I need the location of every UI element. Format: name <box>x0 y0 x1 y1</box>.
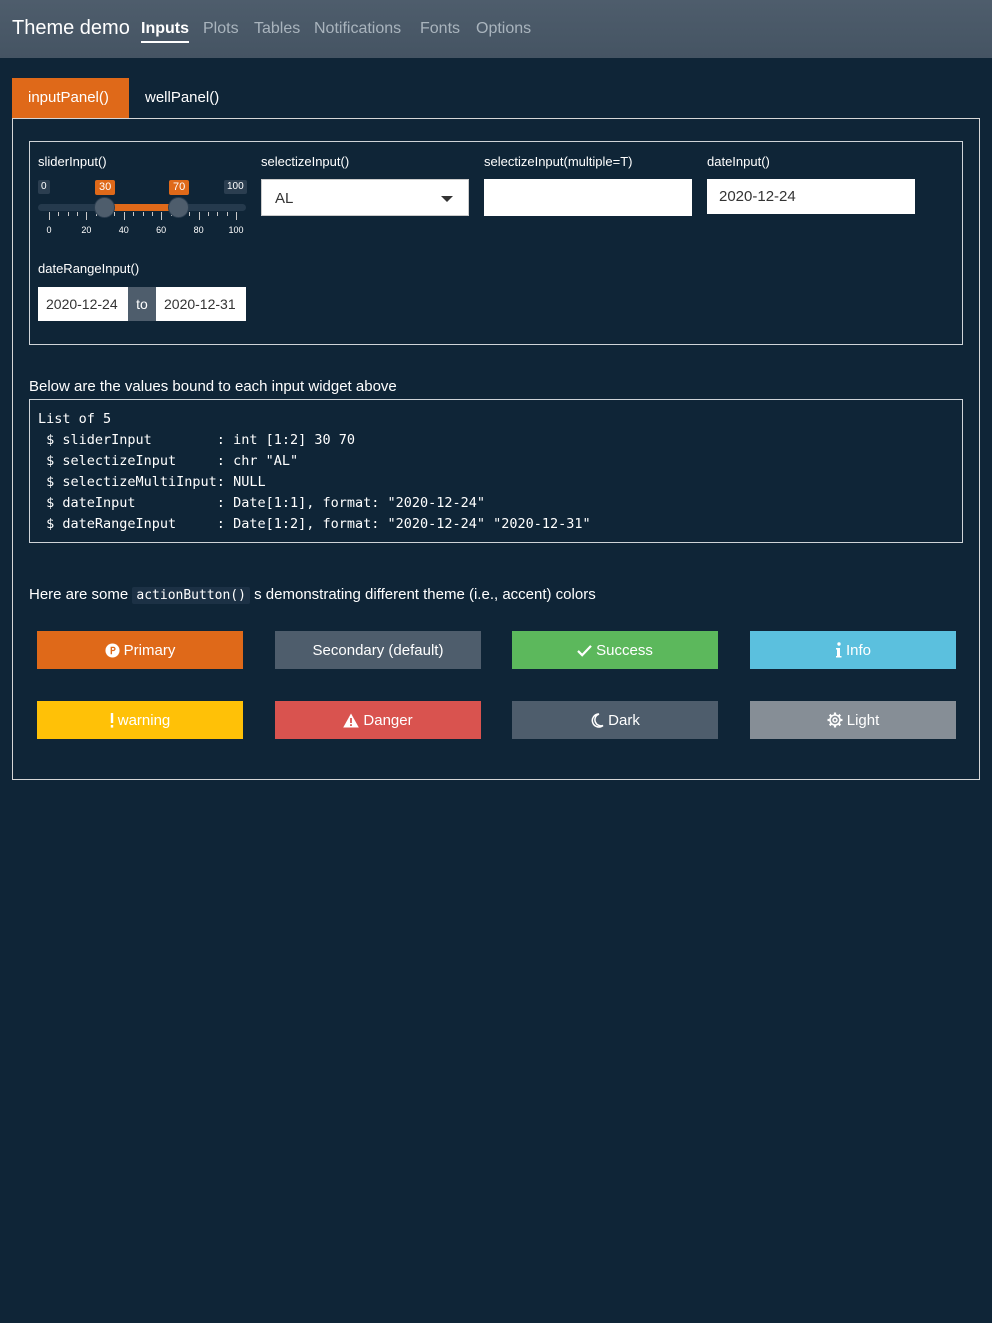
slider-handle-from[interactable] <box>94 197 115 218</box>
button-label: Primary <box>123 641 176 659</box>
exclamation-icon <box>110 712 114 728</box>
date-range-separator: to <box>128 287 156 321</box>
button-label: Dark <box>608 711 640 729</box>
date-input[interactable]: 2020-12-24 <box>707 179 915 214</box>
slider-minor-tick <box>133 212 135 216</box>
nav-link-notifications[interactable]: Notifications <box>314 20 401 38</box>
button-label: Info <box>845 641 872 659</box>
nav-link-plots[interactable]: Plots <box>203 20 239 38</box>
slider-tick-label: 20 <box>81 225 92 235</box>
output-line: $ dateRangeInput : Date[1:2], format: "2… <box>38 516 591 532</box>
buttons-caption-before: Here are some <box>29 586 129 603</box>
date-input-value: 2020-12-24 <box>719 188 796 205</box>
slider-tick-label: 100 <box>228 225 244 235</box>
warning-button[interactable]: warning <box>37 701 243 739</box>
selectize-multi-input[interactable] <box>484 179 692 216</box>
date-range-label: dateRangeInput() <box>38 261 140 276</box>
slider-minor-tick <box>77 212 79 216</box>
button-label: Danger <box>363 711 413 729</box>
slider-max-label: 100 <box>224 180 247 194</box>
light-button[interactable]: Light <box>750 701 956 739</box>
selectize-value: AL <box>275 190 294 207</box>
slider-tick-label: 80 <box>193 225 204 235</box>
selectize-multi-label: selectizeInput(multiple=T) <box>484 154 633 169</box>
slider-minor-tick <box>207 212 209 216</box>
slider-minor-tick <box>151 212 153 216</box>
buttons-caption-code: actionButton() <box>132 587 250 604</box>
slider-major-tick <box>236 212 237 220</box>
info-icon <box>835 642 842 658</box>
slider-tick-label: 40 <box>118 225 129 235</box>
primary-button[interactable]: Primary <box>37 631 243 669</box>
date-input-label: dateInput() <box>707 154 770 169</box>
slider-major-tick <box>123 212 125 220</box>
active-tab-underline <box>141 41 189 43</box>
output-line: List of 5 <box>38 411 112 427</box>
slider-major-tick <box>86 212 88 220</box>
danger-button[interactable]: Danger <box>275 701 481 739</box>
nav-link-options[interactable]: Options <box>476 20 531 38</box>
slider-tick-label: 60 <box>156 225 167 235</box>
secondary-button[interactable]: Secondary (default) <box>275 631 481 669</box>
slider-tick-label: 0 <box>46 225 52 235</box>
date-range-end-input[interactable]: 2020-12-31 <box>156 287 246 321</box>
slider-minor-tick <box>217 212 219 216</box>
button-label: warning <box>117 711 171 729</box>
navbar: Theme demo Inputs Plots Tables Notificat… <box>0 0 992 58</box>
output-line: $ selectizeInput : chr "AL" <box>38 453 299 469</box>
nav-link-label: Inputs <box>141 20 189 37</box>
slider-label: sliderInput() <box>38 154 107 169</box>
slider-minor-tick <box>226 212 228 216</box>
info-button[interactable]: Info <box>750 631 956 669</box>
navbar-brand[interactable]: Theme demo <box>12 17 130 40</box>
slider-minor-tick <box>67 212 69 216</box>
button-label: Secondary (default) <box>312 641 444 659</box>
slider-minor-tick <box>189 212 191 216</box>
tab-well-panel[interactable]: wellPanel() <box>129 78 235 118</box>
selectize-label: selectizeInput() <box>261 154 350 169</box>
nav-link-tables[interactable]: Tables <box>254 20 300 38</box>
nav-link-inputs[interactable]: Inputs <box>141 20 189 43</box>
output-line: $ sliderInput : int [1:2] 30 70 <box>38 432 355 448</box>
button-label: Light <box>846 711 880 729</box>
gear-icon <box>827 712 843 728</box>
slider-major-tick <box>161 212 163 220</box>
tab-input-panel[interactable]: inputPanel() <box>12 78 129 118</box>
nav-link-fonts[interactable]: Fonts <box>420 20 460 38</box>
moon-icon <box>590 712 604 728</box>
chevron-down-icon[interactable] <box>441 196 453 202</box>
output-line: $ dateInput : Date[1:1], format: "2020-1… <box>38 495 486 511</box>
buttons-caption: Here are some actionButton() s demonstra… <box>29 586 596 604</box>
slider-min-label: 0 <box>38 180 50 194</box>
output-line: $ selectizeMultiInput: NULL <box>38 474 266 490</box>
success-button[interactable]: Success <box>512 631 718 669</box>
slider-minor-tick <box>114 212 116 216</box>
slider-minor-tick <box>58 212 60 216</box>
slider-major-tick <box>198 212 200 220</box>
slider-major-tick <box>49 212 50 220</box>
warning-triangle-icon <box>343 713 360 728</box>
dark-button[interactable]: Dark <box>512 701 718 739</box>
slider-minor-tick <box>142 212 144 216</box>
button-label: Success <box>596 641 653 659</box>
selectize-input[interactable]: AL <box>261 179 469 216</box>
check-icon <box>577 644 592 657</box>
values-output: List of 5 $ sliderInput : int [1:2] 30 7… <box>29 399 963 543</box>
slider-to-label: 70 <box>169 180 190 195</box>
p-circle-icon <box>105 642 120 658</box>
values-caption: Below are the values bound to each input… <box>29 378 397 395</box>
date-range-start-input[interactable]: 2020-12-24 <box>38 287 128 321</box>
buttons-caption-after: s demonstrating different theme (i.e., a… <box>254 586 596 603</box>
slider-from-label: 30 <box>95 180 116 195</box>
slider-handle-to[interactable] <box>168 197 189 218</box>
